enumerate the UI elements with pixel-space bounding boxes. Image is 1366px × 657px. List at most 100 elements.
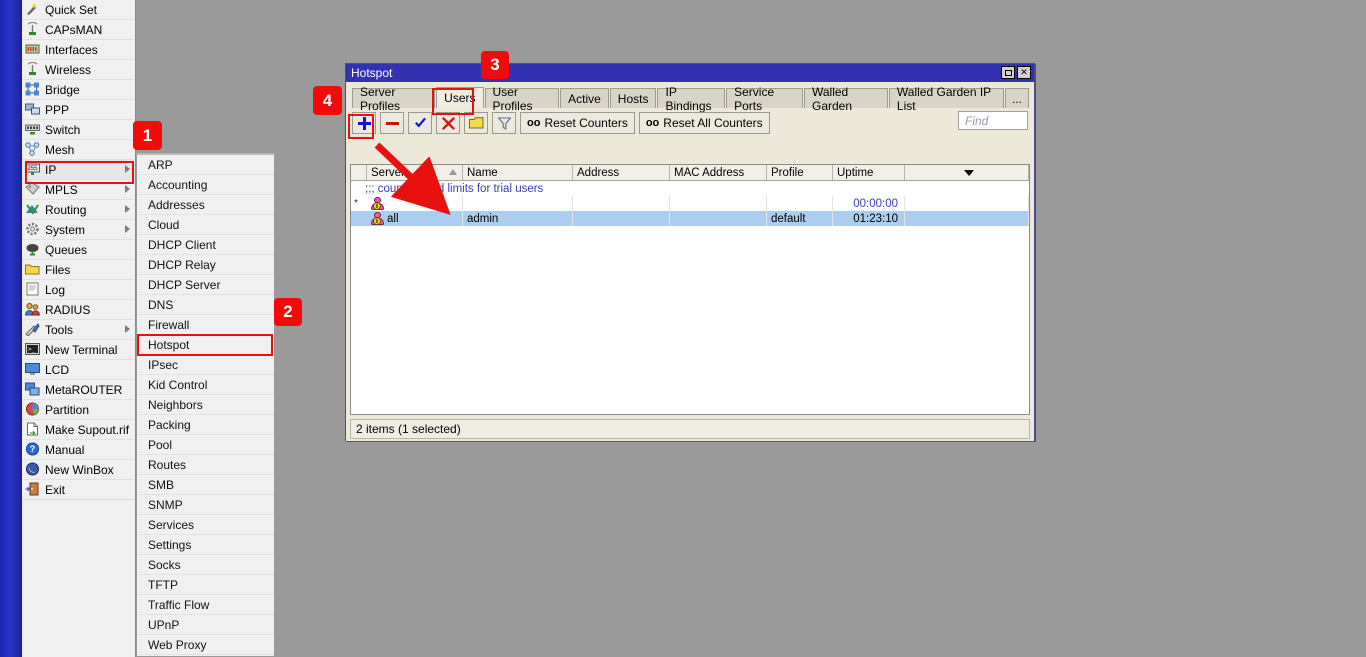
- table-row[interactable]: ialladmindefault01:23:10: [351, 211, 1029, 226]
- add-icon[interactable]: [352, 112, 376, 134]
- ip-submenu-item-packing[interactable]: Packing: [137, 415, 274, 435]
- main-menu-item-files[interactable]: Files: [22, 260, 135, 280]
- ip-submenu-item-arp[interactable]: ARP: [137, 155, 274, 175]
- main-menu-item-tools[interactable]: Tools: [22, 320, 135, 340]
- main-menu-item-interfaces[interactable]: Interfaces: [22, 40, 135, 60]
- hotspot-window[interactable]: Hotspot ✕ Server ProfilesUsersUser Profi…: [345, 63, 1035, 441]
- mesh-icon: [25, 142, 41, 157]
- main-menu-item-metarouter[interactable]: MetaROUTER: [22, 380, 135, 400]
- hotspot-tabs[interactable]: Server ProfilesUsersUser ProfilesActiveH…: [350, 86, 1030, 108]
- ip-submenu-item-services[interactable]: Services: [137, 515, 274, 535]
- hotspot-tab-service-ports[interactable]: Service Ports: [726, 88, 803, 108]
- table-row[interactable]: *i00:00:00: [351, 196, 1029, 211]
- ip-submenu-item-socks[interactable]: Socks: [137, 555, 274, 575]
- main-menu-item-system[interactable]: System: [22, 220, 135, 240]
- table-comment-row[interactable]: ;;; counters and limits for trial users: [351, 181, 1029, 196]
- main-menu-item-ppp[interactable]: PPP: [22, 100, 135, 120]
- main-menu-item-new-winbox[interactable]: New WinBox: [22, 460, 135, 480]
- main-menu-item-radius[interactable]: RADIUS: [22, 300, 135, 320]
- ip-submenu-item-dhcp-relay[interactable]: DHCP Relay: [137, 255, 274, 275]
- ip-submenu-item-snmp[interactable]: SNMP: [137, 495, 274, 515]
- ip-submenu-item-dns[interactable]: DNS: [137, 295, 274, 315]
- main-menu-item-capsman[interactable]: CAPsMAN: [22, 20, 135, 40]
- hotspot-tab-users[interactable]: Users: [436, 87, 483, 108]
- main-menu-item-new-terminal[interactable]: >_New Terminal: [22, 340, 135, 360]
- maximize-icon[interactable]: [1001, 66, 1015, 79]
- column-header-mac-address[interactable]: MAC Address: [670, 165, 767, 180]
- hotspot-tab-ip-bindings[interactable]: IP Bindings: [657, 88, 725, 108]
- main-menu-item-queues[interactable]: Queues: [22, 240, 135, 260]
- status-bar: 2 items (1 selected): [350, 419, 1030, 439]
- main-menu-item-manual[interactable]: ?Manual: [22, 440, 135, 460]
- main-menu-item-make-supout-rif[interactable]: Make Supout.rif: [22, 420, 135, 440]
- hotspot-tab-server-profiles[interactable]: Server Profiles: [352, 88, 435, 108]
- ip-submenu-item-label: Services: [148, 518, 194, 532]
- ip-submenu-item-accounting[interactable]: Accounting: [137, 175, 274, 195]
- ip-submenu-item-cloud[interactable]: Cloud: [137, 215, 274, 235]
- reset-counters-button[interactable]: oo Reset Counters: [520, 112, 635, 134]
- ip-submenu-item-neighbors[interactable]: Neighbors: [137, 395, 274, 415]
- comment-icon[interactable]: [464, 112, 488, 134]
- users-table[interactable]: ServerNameAddressMAC AddressProfileUptim…: [350, 164, 1030, 415]
- annotation-badge-2: 2: [274, 298, 302, 326]
- column-header-server[interactable]: Server: [367, 165, 463, 180]
- main-menu-item-lcd[interactable]: LCD: [22, 360, 135, 380]
- hotspot-tab-active[interactable]: Active: [560, 88, 609, 108]
- main-menu-item-mpls[interactable]: MPLS: [22, 180, 135, 200]
- hotspot-toolbar[interactable]: oo Reset Counters oo Reset All Counters …: [350, 110, 1030, 136]
- main-menu-item-bridge[interactable]: Bridge: [22, 80, 135, 100]
- find-input[interactable]: Find: [958, 111, 1028, 130]
- window-controls[interactable]: ✕: [1001, 66, 1031, 79]
- ip-submenu-item-pool[interactable]: Pool: [137, 435, 274, 455]
- hotspot-titlebar[interactable]: Hotspot ✕: [346, 64, 1034, 82]
- ip-submenu-item-dhcp-client[interactable]: DHCP Client: [137, 235, 274, 255]
- hotspot-tab-[interactable]: ...: [1005, 88, 1029, 108]
- nic-card-icon: [25, 42, 41, 57]
- column-header-flag[interactable]: [351, 165, 367, 180]
- disable-cross-icon[interactable]: [436, 112, 460, 134]
- main-menu-item-routing[interactable]: Routing: [22, 200, 135, 220]
- hotspot-tab-walled-garden-ip-list[interactable]: Walled Garden IP List: [889, 88, 1004, 108]
- ip-submenu-item-dhcp-server[interactable]: DHCP Server: [137, 275, 274, 295]
- main-menu[interactable]: Quick SetCAPsMANInterfacesWirelessBridge…: [22, 0, 136, 657]
- reset-all-counters-button[interactable]: oo Reset All Counters: [639, 112, 770, 134]
- column-menu-chevron-down-icon[interactable]: [964, 170, 974, 176]
- column-header-menu[interactable]: [905, 165, 1029, 180]
- remove-icon[interactable]: [380, 112, 404, 134]
- main-menu-item-partition[interactable]: Partition: [22, 400, 135, 420]
- ip-submenu-item-addresses[interactable]: Addresses: [137, 195, 274, 215]
- submenu-arrow-icon: [125, 225, 130, 233]
- ip-submenu-item-settings[interactable]: Settings: [137, 535, 274, 555]
- column-header-name[interactable]: Name: [463, 165, 573, 180]
- enable-check-icon[interactable]: [408, 112, 432, 134]
- ip-submenu-item-kid-control[interactable]: Kid Control: [137, 375, 274, 395]
- ip-submenu-item-ipsec[interactable]: IPsec: [137, 355, 274, 375]
- ip-submenu-item-smb[interactable]: SMB: [137, 475, 274, 495]
- main-menu-item-ip[interactable]: 255IP: [22, 160, 135, 180]
- hotspot-tab-user-profiles[interactable]: User Profiles: [485, 88, 560, 108]
- main-menu-item-exit[interactable]: Exit: [22, 480, 135, 500]
- ip-submenu-item-tftp[interactable]: TFTP: [137, 575, 274, 595]
- hotspot-tab-hosts[interactable]: Hosts: [610, 88, 657, 108]
- ip-submenu[interactable]: ARPAccountingAddressesCloudDHCP ClientDH…: [136, 153, 275, 657]
- users-table-header[interactable]: ServerNameAddressMAC AddressProfileUptim…: [351, 165, 1029, 181]
- main-menu-item-wireless[interactable]: Wireless: [22, 60, 135, 80]
- users-table-body[interactable]: ;;; counters and limits for trial users*…: [351, 181, 1029, 226]
- main-menu-item-mesh[interactable]: Mesh: [22, 140, 135, 160]
- column-header-profile[interactable]: Profile: [767, 165, 833, 180]
- filter-icon[interactable]: [492, 112, 516, 134]
- column-header-address[interactable]: Address: [573, 165, 670, 180]
- folder-icon: [25, 262, 41, 277]
- main-menu-item-log[interactable]: Log: [22, 280, 135, 300]
- main-menu-item-quick-set[interactable]: Quick Set: [22, 0, 135, 20]
- ip-submenu-item-firewall[interactable]: Firewall: [137, 315, 274, 335]
- ip-submenu-item-traffic-flow[interactable]: Traffic Flow: [137, 595, 274, 615]
- main-menu-item-switch[interactable]: Switch: [22, 120, 135, 140]
- ip-submenu-item-hotspot[interactable]: Hotspot: [137, 335, 274, 355]
- ip-submenu-item-upnp[interactable]: UPnP: [137, 615, 274, 635]
- ip-submenu-item-web-proxy[interactable]: Web Proxy: [137, 635, 274, 655]
- hotspot-tab-walled-garden[interactable]: Walled Garden: [804, 88, 888, 108]
- ip-submenu-item-routes[interactable]: Routes: [137, 455, 274, 475]
- column-header-uptime[interactable]: Uptime: [833, 165, 905, 180]
- close-icon[interactable]: ✕: [1017, 66, 1031, 79]
